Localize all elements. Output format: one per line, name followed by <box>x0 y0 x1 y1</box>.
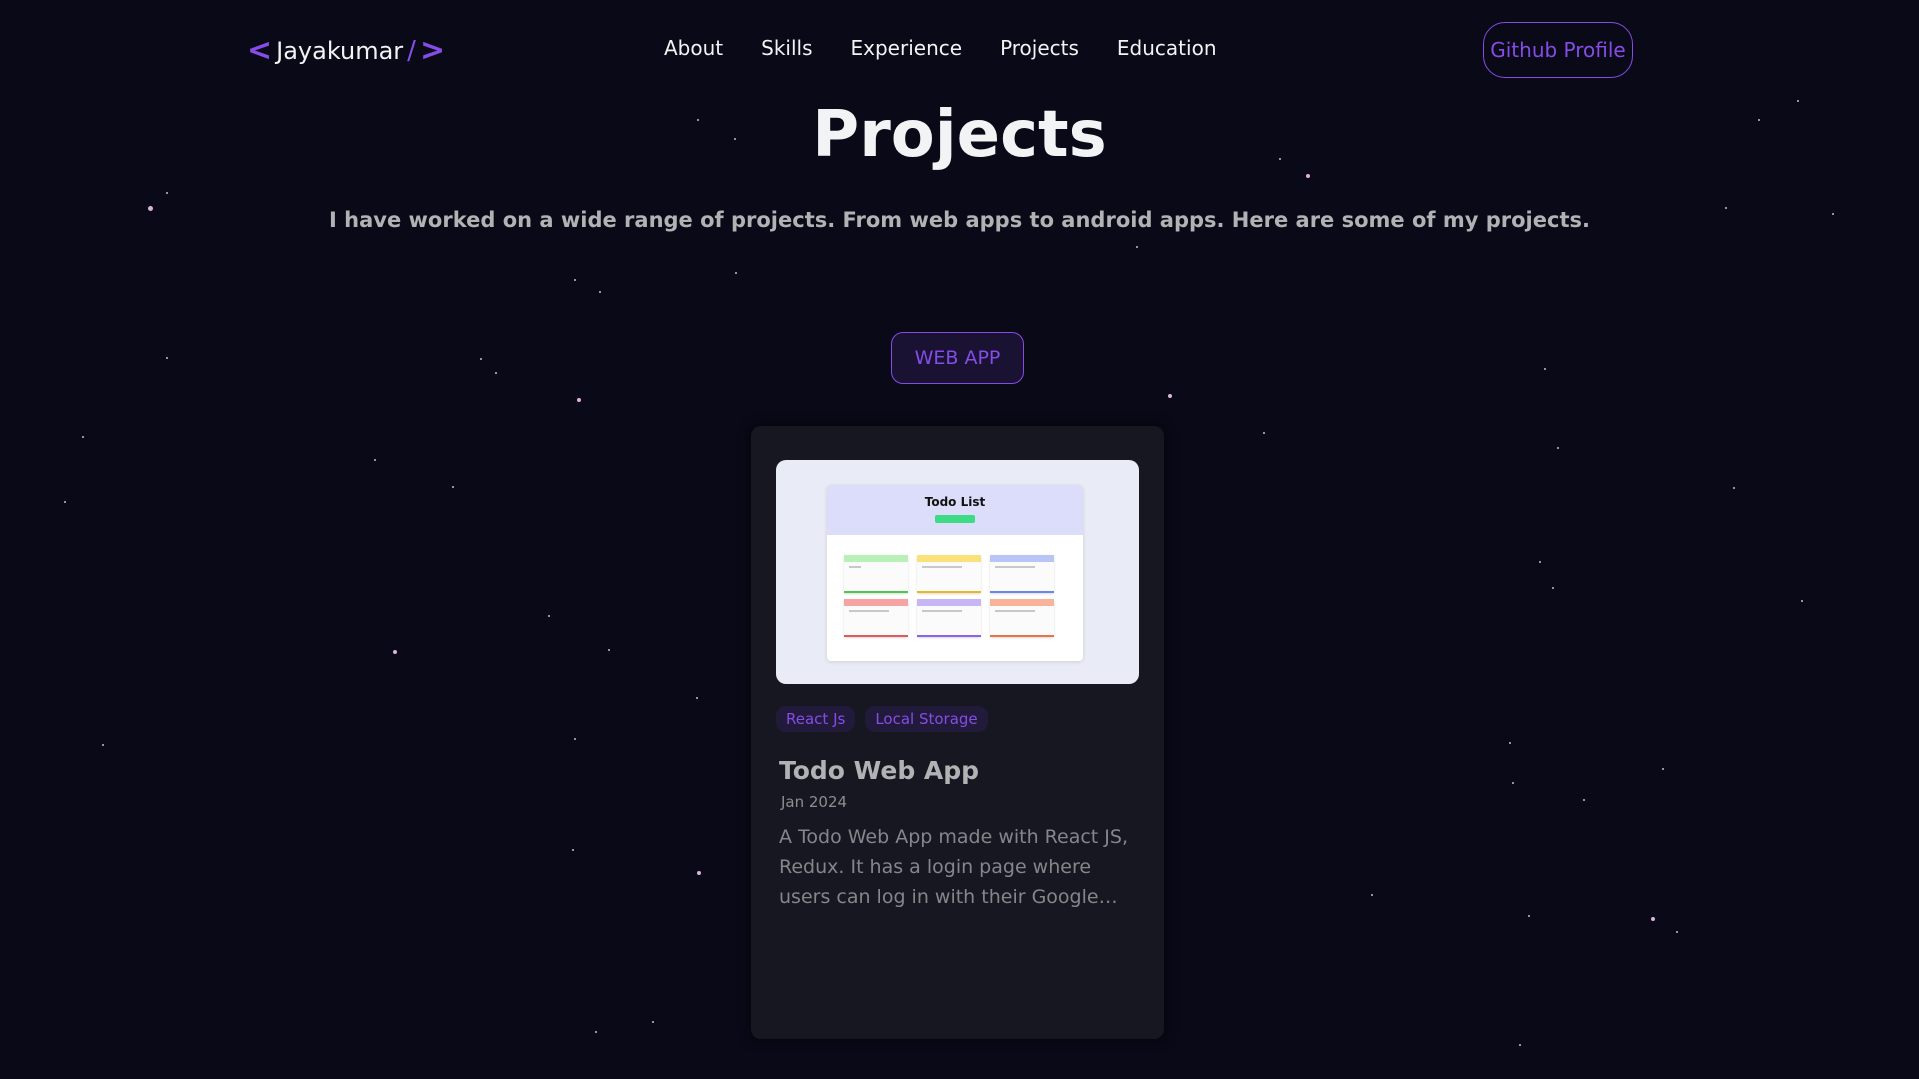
star <box>1557 447 1559 449</box>
star <box>102 744 104 746</box>
thumbnail-note <box>917 555 981 593</box>
tag-local-storage: Local Storage <box>865 706 988 732</box>
star <box>82 436 84 438</box>
thumbnail-note <box>844 599 908 637</box>
star <box>1539 561 1541 563</box>
logo-name: Jayakumar <box>276 37 404 65</box>
star <box>393 650 397 654</box>
star <box>166 357 168 359</box>
filter-web-app-button[interactable]: WEB APP <box>891 332 1024 384</box>
star <box>1528 915 1530 917</box>
nav-link-education[interactable]: Education <box>1117 36 1217 60</box>
star <box>1512 782 1514 784</box>
thumbnail-heading: Todo List <box>924 495 986 509</box>
logo-right-chevron: > <box>419 33 446 68</box>
thumbnail-note <box>844 555 908 593</box>
navbar: < Jayakumar / > About Skills Experience … <box>0 0 1919 100</box>
star <box>608 649 610 651</box>
github-profile-button[interactable]: Github Profile <box>1483 22 1633 78</box>
star <box>1371 894 1373 896</box>
star <box>574 279 576 281</box>
logo-left-chevron: < <box>247 33 273 68</box>
tag-react-js: React Js <box>776 706 856 732</box>
star <box>1168 394 1172 398</box>
star <box>595 1031 597 1033</box>
thumbnail-note <box>990 599 1054 637</box>
star <box>1676 931 1678 933</box>
logo[interactable]: < Jayakumar / > <box>247 33 445 69</box>
todo-app-screenshot: Todo List <box>827 485 1083 661</box>
star <box>1801 600 1803 602</box>
star <box>1552 587 1554 589</box>
star <box>572 849 574 851</box>
thumbnail-note <box>917 599 981 637</box>
nav-links: About Skills Experience Projects Educati… <box>664 36 1217 60</box>
star <box>1544 368 1546 370</box>
logo-slash: / <box>407 36 416 66</box>
star <box>652 1021 654 1023</box>
project-date: Jan 2024 <box>781 793 848 811</box>
project-thumbnail: Todo List <box>776 460 1139 684</box>
nav-link-about[interactable]: About <box>664 36 723 60</box>
star <box>577 398 581 402</box>
star <box>697 871 701 875</box>
star <box>696 697 698 699</box>
page-subtitle: I have worked on a wide range of project… <box>329 208 1590 232</box>
star <box>599 291 601 293</box>
star <box>548 615 550 617</box>
star <box>1733 487 1735 489</box>
star <box>1662 768 1664 770</box>
project-description: A Todo Web App made with React JS, Redux… <box>779 826 1128 908</box>
star <box>166 192 168 194</box>
star <box>574 738 576 740</box>
project-card[interactable]: Todo List React Js Local Storage Todo We… <box>751 426 1164 1039</box>
project-tags: React Js Local Storage <box>776 706 988 732</box>
star <box>480 358 482 360</box>
star <box>64 501 66 503</box>
thumbnail-add-button <box>935 515 975 523</box>
star <box>495 372 497 374</box>
star <box>374 459 376 461</box>
page-title: Projects <box>812 98 1107 172</box>
star <box>1509 742 1511 744</box>
star <box>1136 246 1138 248</box>
nav-link-projects[interactable]: Projects <box>1000 36 1079 60</box>
nav-link-experience[interactable]: Experience <box>851 36 963 60</box>
nav-link-skills[interactable]: Skills <box>761 36 812 60</box>
star <box>735 272 737 274</box>
star <box>1651 917 1655 921</box>
star <box>1306 174 1310 178</box>
thumbnail-note <box>990 555 1054 593</box>
project-title: Todo Web App <box>779 756 980 785</box>
star <box>1519 1044 1521 1046</box>
thumbnail-header <box>827 485 1083 535</box>
star <box>1263 432 1265 434</box>
star <box>1583 799 1585 801</box>
star <box>452 486 454 488</box>
